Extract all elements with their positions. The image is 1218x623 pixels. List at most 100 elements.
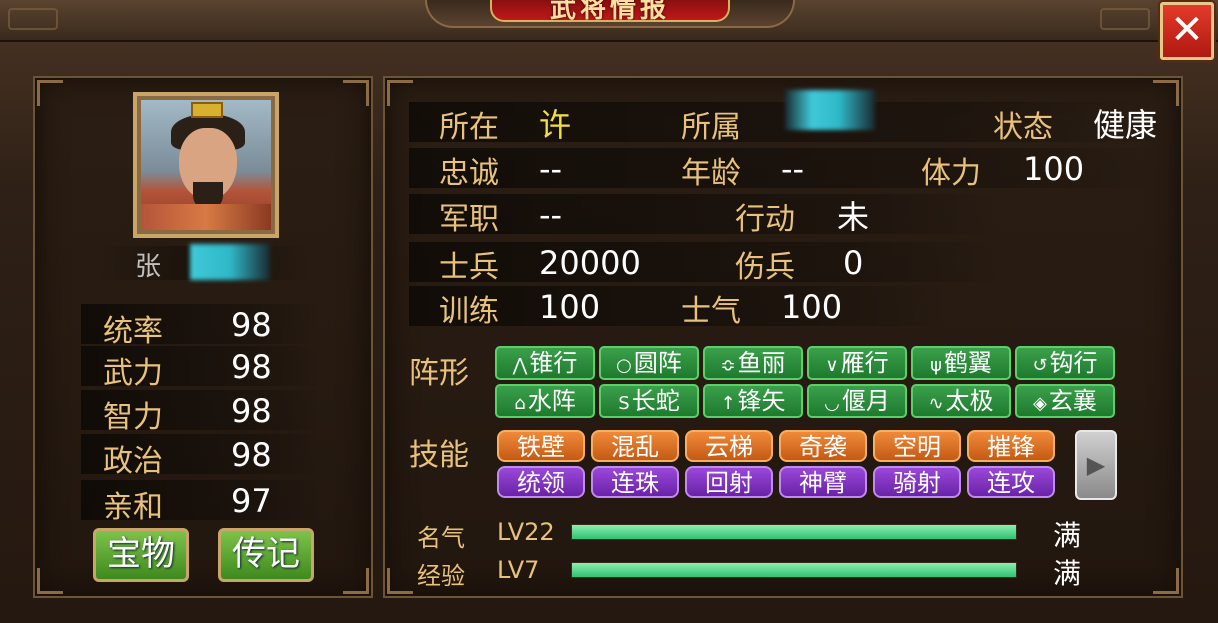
formation-icon: ≎ — [720, 355, 736, 376]
formation-name: 钩行 — [1049, 349, 1098, 377]
corner-ornament — [37, 568, 63, 594]
stat-row: 亲和 97 — [81, 480, 321, 525]
age-value: -- — [781, 150, 805, 188]
wounded-label: 伤兵 — [735, 250, 795, 285]
formation-name: 偃月 — [841, 387, 890, 415]
close-button[interactable]: ✕ — [1160, 2, 1214, 60]
skills-label: 技能 — [409, 438, 469, 473]
fame-status: 满 — [1053, 519, 1082, 552]
right-ornament — [1100, 8, 1150, 30]
skill-button[interactable]: 骑射 — [873, 466, 961, 498]
skill-button[interactable]: 云梯 — [685, 430, 773, 462]
formation-name: 圆阵 — [633, 349, 682, 377]
exp-status: 满 — [1053, 557, 1082, 590]
skill-button[interactable]: 神臂 — [779, 466, 867, 498]
soldiers-label: 士兵 — [439, 250, 499, 285]
portrait-armor — [141, 204, 271, 230]
exp-bar — [571, 562, 1017, 578]
skill-button[interactable]: 统领 — [497, 466, 585, 498]
loyalty-value: -- — [539, 150, 563, 188]
skills-next-button[interactable]: ▶ — [1075, 430, 1117, 500]
formation-name: 锋矢 — [737, 387, 786, 415]
formation-button[interactable]: ∿太极 — [911, 384, 1011, 418]
morale-value: 100 — [781, 288, 843, 326]
fame-bar-fill — [572, 525, 1016, 539]
formation-button[interactable]: ≎鱼丽 — [703, 346, 803, 380]
formation-icon: ⋀ — [512, 355, 528, 376]
skill-button[interactable]: 连攻 — [967, 466, 1055, 498]
formation-button[interactable]: ψ鹤翼 — [911, 346, 1011, 380]
formation-icon: S — [618, 393, 630, 414]
title-banner: 武将情报 — [490, 0, 730, 22]
formation-name: 玄襄 — [1048, 387, 1097, 415]
training-label: 训练 — [439, 294, 499, 329]
status-value: 健康 — [1093, 106, 1158, 144]
formation-icon: ○ — [616, 355, 632, 376]
skill-button[interactable]: 铁壁 — [497, 430, 585, 462]
skill-button[interactable]: 回射 — [685, 466, 773, 498]
info-row — [409, 194, 1009, 234]
stat-value: 98 — [231, 348, 272, 386]
stat-row: 统率 98 — [81, 304, 321, 349]
age-label: 年龄 — [681, 156, 741, 191]
portrait-crown — [191, 102, 223, 118]
morale-label: 士气 — [681, 294, 741, 329]
corner-ornament — [1153, 568, 1179, 594]
formation-button[interactable]: S长蛇 — [599, 384, 699, 418]
skill-button[interactable]: 空明 — [873, 430, 961, 462]
rank-label: 军职 — [439, 202, 499, 237]
skill-button[interactable]: 混乱 — [591, 430, 679, 462]
soldiers-value: 20000 — [539, 244, 641, 282]
formation-icon: ⌂ — [514, 393, 526, 414]
formation-name: 鱼丽 — [737, 349, 786, 377]
treasure-button[interactable]: 宝物 — [93, 528, 189, 582]
loyalty-label: 忠诚 — [439, 156, 499, 191]
exp-level: LV7 — [497, 556, 540, 584]
left-ornament — [8, 8, 58, 30]
formation-icon: ↺ — [1032, 355, 1048, 376]
corner-ornament — [343, 80, 369, 106]
formation-button[interactable]: ◡偃月 — [807, 384, 907, 418]
formation-button[interactable]: ↑锋矢 — [703, 384, 803, 418]
formation-name: 鹤翼 — [943, 349, 992, 377]
stat-value: 98 — [231, 306, 272, 344]
formation-button[interactable]: ∨雁行 — [807, 346, 907, 380]
info-row — [409, 242, 1009, 282]
action-label: 行动 — [735, 202, 795, 237]
stat-value: 98 — [231, 436, 272, 474]
training-value: 100 — [539, 288, 601, 326]
stat-value: 97 — [231, 482, 272, 520]
formation-button[interactable]: ⌂水阵 — [495, 384, 595, 418]
general-panel: 张 统率 98 武力 98 智力 98 政治 98 亲和 97 宝物 传记 — [33, 76, 373, 598]
chevron-right-icon: ▶ — [1086, 451, 1106, 479]
rank-value: -- — [539, 196, 563, 234]
formation-icon: ψ — [930, 355, 942, 376]
skill-button[interactable]: 奇袭 — [779, 430, 867, 462]
stat-label: 统率 — [103, 314, 163, 349]
fame-level: LV22 — [497, 518, 555, 546]
wounded-value: 0 — [843, 244, 864, 282]
stamina-value: 100 — [1023, 150, 1085, 188]
stat-value: 98 — [231, 392, 272, 430]
stat-label: 亲和 — [103, 490, 163, 525]
exp-label: 经验 — [417, 562, 465, 590]
skill-button[interactable]: 连珠 — [591, 466, 679, 498]
stat-row: 武力 98 — [81, 346, 321, 391]
window-title: 武将情报 — [549, 0, 670, 22]
fame-label: 名气 — [417, 524, 465, 552]
stat-row: 智力 98 — [81, 390, 321, 435]
formation-button[interactable]: ↺钩行 — [1015, 346, 1115, 380]
formation-button[interactable]: ⋀锥行 — [495, 346, 595, 380]
exp-bar-fill — [572, 563, 1016, 577]
skill-button[interactable]: 摧锋 — [967, 430, 1055, 462]
affiliation-label: 所属 — [681, 110, 741, 145]
formation-icon: ∨ — [825, 355, 839, 376]
formation-name: 水阵 — [527, 387, 576, 415]
formation-button[interactable]: ○圆阵 — [599, 346, 699, 380]
formation-button[interactable]: ◈玄襄 — [1015, 384, 1115, 418]
stat-label: 政治 — [103, 444, 163, 479]
status-label: 状态 — [993, 110, 1053, 145]
stat-row: 政治 98 — [81, 434, 321, 479]
location-value: 许 — [539, 106, 572, 144]
biography-button[interactable]: 传记 — [218, 528, 314, 582]
